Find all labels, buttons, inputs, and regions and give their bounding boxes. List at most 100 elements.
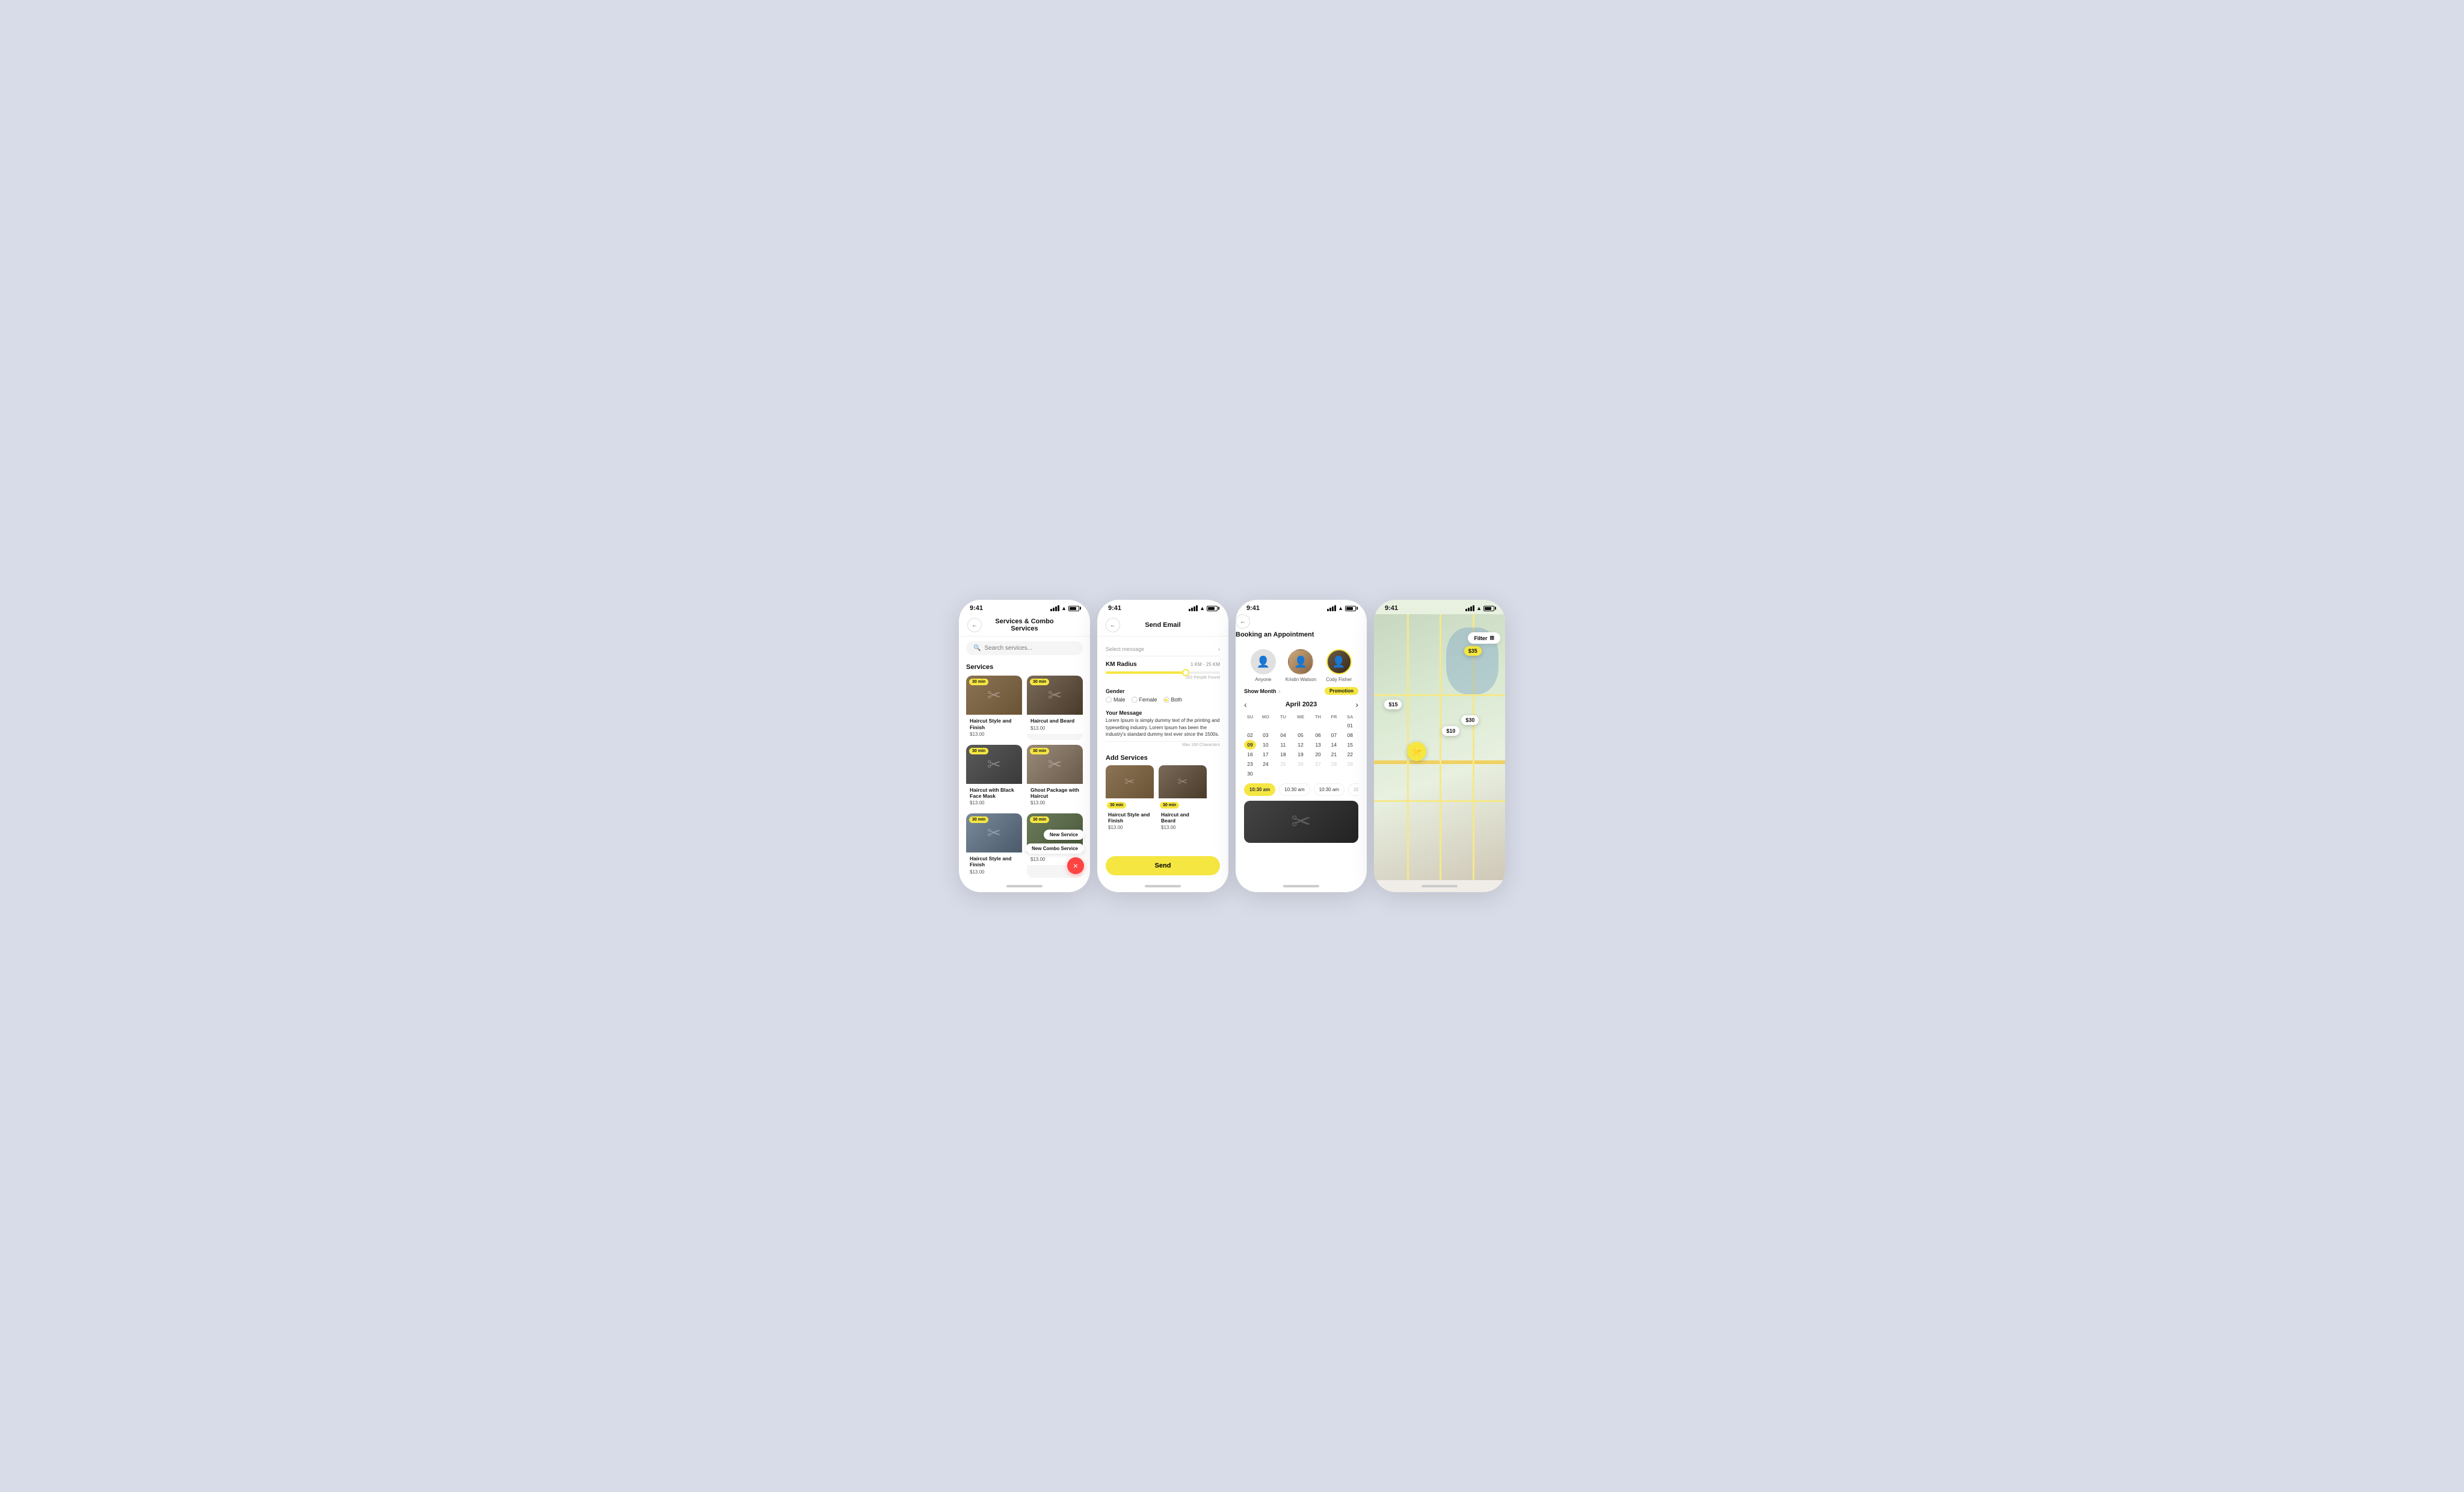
cal-week-1: 02 03 04 05 06 07 08	[1244, 730, 1358, 740]
signal-icon-4	[1465, 605, 1474, 611]
cal-day-we: WE	[1291, 713, 1310, 721]
time-slot-0[interactable]: 10:30 am	[1244, 783, 1275, 796]
cal-cell-10[interactable]: 10	[1256, 740, 1275, 750]
cal-cell-15[interactable]: 15	[1342, 740, 1358, 750]
service-card-1[interactable]: ✂ 30 min Haircut and Beard $13.00	[1027, 676, 1083, 739]
price-pin-35[interactable]: $35	[1464, 646, 1482, 656]
cal-cell-28[interactable]: 28	[1326, 759, 1341, 769]
cal-cell-08[interactable]: 08	[1342, 730, 1358, 740]
cal-cell-04[interactable]: 04	[1275, 730, 1291, 740]
cal-cell-23[interactable]: 23	[1244, 759, 1256, 769]
barber-item-anyone[interactable]: 👤 Anyone	[1251, 649, 1276, 682]
cal-prev-button[interactable]: ‹	[1244, 700, 1247, 709]
radio-male-circle	[1106, 697, 1112, 703]
send-button[interactable]: Send	[1106, 856, 1220, 875]
cal-cell-empty	[1291, 769, 1310, 778]
time-slot-3[interactable]: 10:3...	[1348, 783, 1358, 796]
add-service-duration-1: 30 min	[1160, 802, 1179, 809]
price-pin-15[interactable]: $15	[1384, 700, 1402, 709]
cal-next-button[interactable]: ›	[1355, 700, 1358, 709]
service-card-4[interactable]: ✂ 30 min Haircut Style and Finish $13.00	[966, 813, 1022, 877]
cal-cell-21[interactable]: 21	[1326, 750, 1341, 759]
cal-cell-19[interactable]: 19	[1291, 750, 1310, 759]
service-duration-1: 30 min	[1030, 679, 1049, 685]
cal-cell-22[interactable]: 22	[1342, 750, 1358, 759]
cal-cell-13[interactable]: 13	[1310, 740, 1326, 750]
fab-close-button[interactable]: ×	[1067, 857, 1084, 874]
cal-cell-01[interactable]: 01	[1342, 721, 1358, 730]
cal-cell-02[interactable]: 02	[1244, 730, 1256, 740]
gender-female[interactable]: Female	[1132, 697, 1157, 703]
char-count: Max 160 Characters	[1106, 743, 1220, 747]
cal-cell-16[interactable]: 16	[1244, 750, 1256, 759]
signal-icon	[1050, 605, 1059, 611]
month-chevron-icon: ›	[1279, 688, 1281, 694]
message-text[interactable]: Lorem Ipsum is simply dummy text of the …	[1106, 717, 1220, 742]
back-button-3[interactable]: ←	[1236, 614, 1250, 629]
cal-cell[interactable]	[1244, 721, 1256, 730]
select-message-row[interactable]: Select message ›	[1106, 643, 1220, 656]
cal-cell-14[interactable]: 14	[1326, 740, 1341, 750]
cal-cell-05[interactable]: 05	[1291, 730, 1310, 740]
cal-header: ‹ April 2023 ›	[1244, 700, 1358, 709]
cal-cell-29[interactable]: 29	[1342, 759, 1358, 769]
month-selector[interactable]: Show Month ›	[1244, 688, 1320, 694]
cal-cell-26[interactable]: 26	[1291, 759, 1310, 769]
screen-map: 9:41 ▲ $35 $15	[1374, 600, 1505, 892]
barber-item-kristin[interactable]: 👤 Kristin Watson	[1286, 649, 1316, 682]
cal-cell-25[interactable]: 25	[1275, 759, 1291, 769]
back-button-2[interactable]: ←	[1106, 618, 1120, 632]
gender-both[interactable]: Both	[1163, 697, 1183, 703]
cal-cell-11[interactable]: 11	[1275, 740, 1291, 750]
cal-cell-12[interactable]: 12	[1291, 740, 1310, 750]
battery-icon	[1068, 606, 1079, 611]
price-pin-10[interactable]: $10	[1442, 726, 1459, 736]
search-input-1[interactable]	[984, 645, 1076, 652]
barber-item-cody[interactable]: 👤 Cody Fisher	[1326, 649, 1352, 682]
promotion-badge[interactable]: Promotion	[1325, 687, 1358, 695]
cal-cell[interactable]	[1275, 721, 1291, 730]
map-container[interactable]: $35 $15 $30 $10 ⭐ Filter ⊞ ✂ ★ 4	[1374, 600, 1505, 880]
screen-send-email: 9:41 ▲ ← Send Email Select message › KM …	[1097, 600, 1228, 892]
search-bar-1[interactable]: 🔍	[966, 641, 1083, 655]
wifi-icon: ▲	[1061, 605, 1067, 611]
new-service-label[interactable]: New Service	[1044, 830, 1084, 840]
service-card-3[interactable]: ✂ 30 min Ghost Package with Haircut $13.…	[1027, 745, 1083, 809]
cal-cell[interactable]	[1310, 721, 1326, 730]
service-duration-0: 30 min	[969, 679, 988, 685]
cal-day-mo: MO	[1256, 713, 1275, 721]
screen-services: 9:41 ▲ ← Services & Combo Services 🔍 Ser…	[959, 600, 1090, 892]
add-service-price-1: $13.00	[1161, 825, 1204, 830]
status-bar-1: 9:41 ▲	[959, 600, 1090, 614]
km-slider[interactable]	[1106, 671, 1220, 674]
cal-cell-06[interactable]: 06	[1310, 730, 1326, 740]
new-combo-label[interactable]: New Combo Service	[1026, 843, 1084, 854]
status-icons-1: ▲	[1050, 605, 1079, 611]
service-card-2[interactable]: ✂ 30 min Haircut with Black Face Mask $1…	[966, 745, 1022, 809]
service-price-3: $13.00	[1030, 800, 1079, 806]
time-slot-2[interactable]: 10:30 am	[1314, 783, 1344, 796]
price-pin-30[interactable]: $30	[1461, 715, 1479, 725]
gender-male[interactable]: Male	[1106, 697, 1126, 703]
show-month-label: Show Month	[1244, 688, 1277, 694]
filter-button[interactable]: Filter ⊞	[1468, 632, 1500, 644]
cal-cell[interactable]	[1256, 721, 1275, 730]
cal-cell[interactable]	[1326, 721, 1341, 730]
cal-cell-27[interactable]: 27	[1310, 759, 1326, 769]
time-slot-1[interactable]: 10:30 am	[1279, 783, 1310, 796]
cal-cell-24[interactable]: 24	[1256, 759, 1275, 769]
cal-cell-30[interactable]: 30	[1244, 769, 1256, 778]
back-button-1[interactable]: ←	[967, 618, 982, 632]
add-services-title: Add Services	[1106, 754, 1220, 762]
cal-cell-20[interactable]: 20	[1310, 750, 1326, 759]
star-pin[interactable]: ⭐	[1407, 742, 1426, 761]
cal-cell-09[interactable]: 09	[1244, 740, 1256, 750]
cal-cell-17[interactable]: 17	[1256, 750, 1275, 759]
cal-cell-03[interactable]: 03	[1256, 730, 1275, 740]
cal-cell-18[interactable]: 18	[1275, 750, 1291, 759]
add-service-0[interactable]: ✂ 30 min Haircut Style and Finish $13.00	[1106, 765, 1154, 832]
service-card-0[interactable]: ✂ 30 min Haircut Style and Finish $13.00	[966, 676, 1022, 739]
add-service-1[interactable]: ✂ 30 min Haircut and Beard $13.00	[1159, 765, 1207, 832]
cal-cell-07[interactable]: 07	[1326, 730, 1341, 740]
cal-cell[interactable]	[1291, 721, 1310, 730]
